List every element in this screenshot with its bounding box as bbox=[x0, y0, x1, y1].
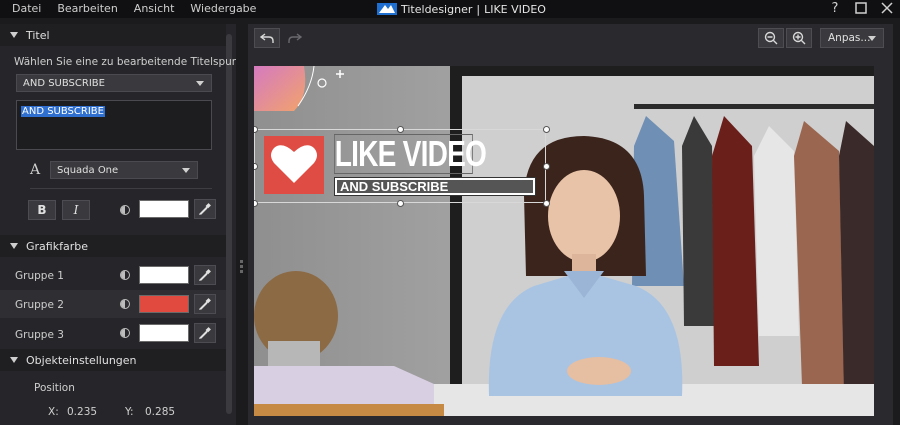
group-3-label: Gruppe 3 bbox=[15, 329, 64, 341]
italic-button[interactable]: I bbox=[62, 200, 90, 220]
collapse-triangle-icon bbox=[10, 32, 18, 38]
opacity-icon[interactable] bbox=[120, 328, 130, 338]
maximize-button[interactable] bbox=[854, 2, 868, 16]
title-bar: Datei Bearbeiten Ansicht Wiedergabe Tite… bbox=[0, 0, 900, 18]
app-logo-icon bbox=[377, 3, 397, 15]
group-1-color-picker[interactable] bbox=[194, 265, 216, 285]
redo-icon bbox=[288, 33, 302, 43]
window-title: Titeldesigner | LIKE VIDEO bbox=[377, 0, 546, 18]
resize-handle[interactable] bbox=[397, 126, 404, 133]
zoom-select[interactable]: Anpas... bbox=[820, 28, 884, 48]
chevron-down-icon bbox=[182, 168, 190, 173]
text-color-picker[interactable] bbox=[194, 199, 216, 219]
section-objekt-label: Objekteinstellungen bbox=[26, 353, 137, 367]
text-color-swatch[interactable] bbox=[139, 200, 189, 218]
bold-button[interactable]: B bbox=[28, 200, 56, 220]
title-text-input[interactable]: AND SUBSCRIBE bbox=[16, 100, 212, 150]
opacity-icon[interactable] bbox=[120, 299, 130, 309]
font-select-value: Squada One bbox=[57, 164, 119, 176]
menu-bar: Datei Bearbeiten Ansicht Wiedergabe bbox=[4, 0, 264, 18]
position-x-value[interactable]: 0.235 bbox=[67, 406, 97, 418]
eyedropper-icon bbox=[199, 203, 211, 215]
divider bbox=[30, 188, 212, 189]
eyedropper-icon bbox=[199, 298, 211, 310]
chevron-down-icon bbox=[868, 36, 876, 41]
font-select[interactable]: Squada One bbox=[50, 161, 198, 179]
position-y-value[interactable]: 0.285 bbox=[145, 406, 175, 418]
group-3-color-picker[interactable] bbox=[194, 323, 216, 343]
resize-handle[interactable] bbox=[543, 126, 550, 133]
undo-button[interactable] bbox=[254, 28, 280, 48]
title-text-value: AND SUBSCRIBE bbox=[21, 106, 105, 117]
track-select[interactable]: AND SUBSCRIBE bbox=[16, 74, 212, 92]
group-1-label: Gruppe 1 bbox=[15, 270, 64, 282]
collapse-triangle-icon bbox=[10, 357, 18, 363]
eyedropper-icon bbox=[199, 269, 211, 281]
opacity-icon[interactable] bbox=[120, 270, 130, 280]
position-x-label: X: bbox=[48, 406, 59, 418]
group-1-color-swatch[interactable] bbox=[139, 266, 189, 284]
section-titel-header[interactable]: Titel bbox=[0, 24, 226, 46]
menu-ansicht[interactable]: Ansicht bbox=[126, 0, 183, 18]
zoom-out-icon bbox=[764, 31, 778, 45]
chevron-down-icon bbox=[196, 81, 204, 86]
position-y-label: Y: bbox=[125, 406, 134, 418]
zoom-out-button[interactable] bbox=[758, 28, 784, 48]
window-controls: ? bbox=[828, 0, 894, 18]
preview-panel: Anpas... LIKE VIDEO AND SUBSCRIBE bbox=[248, 24, 893, 425]
selection-box[interactable] bbox=[254, 129, 546, 203]
resize-handle[interactable] bbox=[543, 200, 550, 207]
help-button[interactable]: ? bbox=[828, 2, 842, 16]
resize-handle[interactable] bbox=[543, 163, 550, 170]
close-button[interactable] bbox=[880, 2, 894, 16]
title-separator: | bbox=[476, 2, 481, 16]
preview-canvas[interactable]: LIKE VIDEO AND SUBSCRIBE bbox=[254, 66, 874, 416]
zoom-in-button[interactable] bbox=[786, 28, 812, 48]
group-2-color-picker[interactable] bbox=[194, 294, 216, 314]
maximize-icon bbox=[855, 2, 867, 14]
panel-scrollbar[interactable] bbox=[226, 34, 232, 414]
opacity-icon[interactable] bbox=[120, 205, 130, 215]
section-objekt-header[interactable]: Objekteinstellungen bbox=[0, 349, 226, 371]
track-select-prompt: Wählen Sie eine zu bearbeitende Titelspu… bbox=[14, 56, 236, 68]
menu-bearbeiten[interactable]: Bearbeiten bbox=[49, 0, 125, 18]
group-3-color-swatch[interactable] bbox=[139, 324, 189, 342]
collapse-triangle-icon bbox=[10, 243, 18, 249]
font-icon: A bbox=[30, 162, 41, 178]
redo-button[interactable] bbox=[282, 28, 308, 48]
track-select-value: AND SUBSCRIBE bbox=[23, 77, 105, 89]
section-grafikfarbe-label: Grafikfarbe bbox=[26, 239, 88, 253]
properties-panel: Titel Wählen Sie eine zu bearbeitende Ti… bbox=[0, 24, 236, 425]
undo-icon bbox=[260, 33, 274, 43]
position-label: Position bbox=[34, 382, 75, 394]
document-name: LIKE VIDEO bbox=[484, 2, 546, 16]
eyedropper-icon bbox=[199, 327, 211, 339]
menu-datei[interactable]: Datei bbox=[4, 0, 49, 18]
resize-handle[interactable] bbox=[397, 200, 404, 207]
group-2-label: Gruppe 2 bbox=[15, 299, 64, 311]
section-titel-label: Titel bbox=[26, 28, 50, 42]
group-2-color-swatch[interactable] bbox=[139, 295, 189, 313]
section-grafikfarbe-header[interactable]: Grafikfarbe bbox=[0, 235, 226, 257]
preview-scene-image bbox=[254, 66, 874, 416]
zoom-select-value: Anpas... bbox=[828, 32, 871, 44]
panel-splitter[interactable] bbox=[240, 260, 243, 274]
app-name: Titeldesigner bbox=[401, 2, 473, 16]
menu-wiedergabe[interactable]: Wiedergabe bbox=[182, 0, 264, 18]
zoom-in-icon bbox=[792, 31, 806, 45]
close-icon bbox=[881, 2, 893, 14]
